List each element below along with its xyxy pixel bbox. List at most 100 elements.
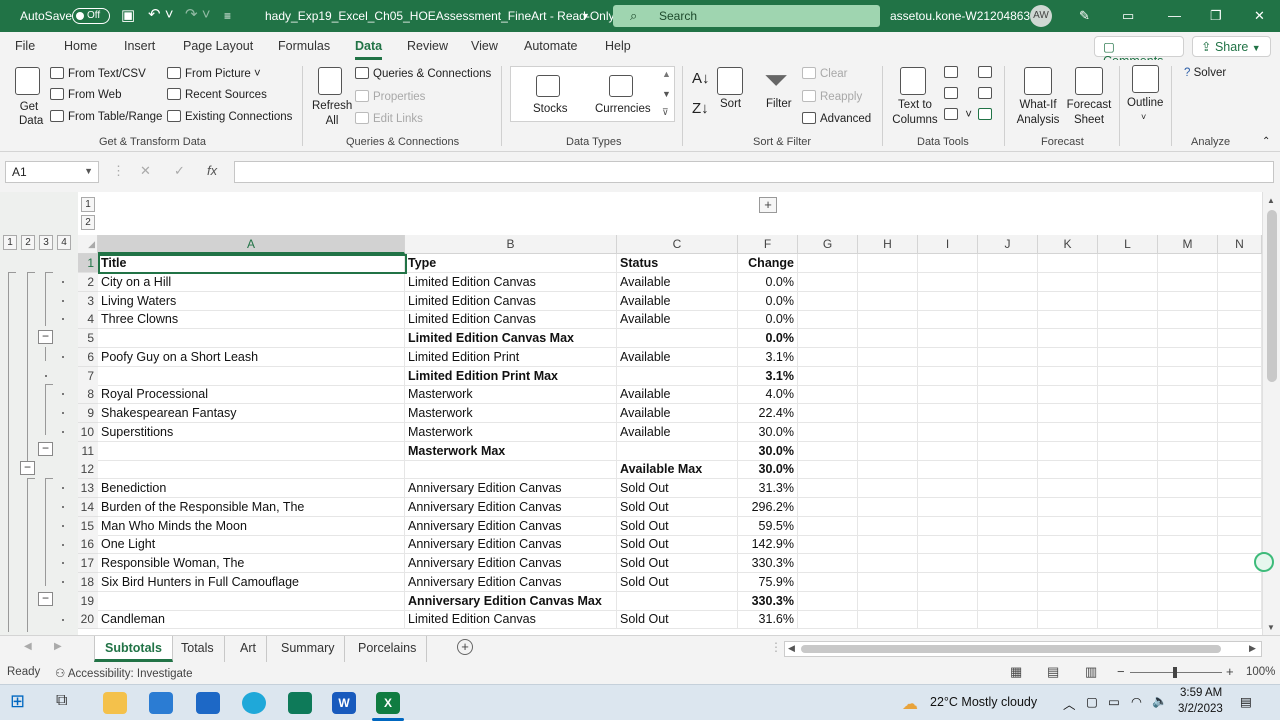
cell-a[interactable]	[98, 329, 405, 348]
outline-level-1[interactable]: 1	[3, 235, 17, 250]
next-sheet-icon[interactable]: ▶	[54, 641, 62, 652]
cell-a[interactable]: Superstitions	[98, 422, 405, 442]
tab-insert[interactable]: Insert	[124, 39, 155, 53]
scroll-right-icon[interactable]: ▶	[1249, 643, 1256, 654]
cell-b[interactable]: Anniversary Edition Canvas Max	[405, 591, 617, 611]
empty-cell[interactable]	[918, 497, 978, 517]
from-table-button[interactable]: From Table/Range	[50, 110, 162, 123]
empty-cell[interactable]	[1218, 329, 1262, 348]
empty-cell[interactable]	[858, 272, 918, 292]
empty-cell[interactable]	[918, 385, 978, 405]
empty-cell[interactable]	[1218, 535, 1262, 555]
gallery-down-icon[interactable]: ▼	[662, 89, 671, 99]
volume-icon[interactable]: 🔈	[1152, 694, 1168, 709]
empty-cell[interactable]	[858, 385, 918, 405]
cell-b[interactable]: Anniversary Edition Canvas	[405, 516, 617, 536]
cell-c[interactable]: Available	[617, 310, 738, 330]
sheet-tab-art[interactable]: Art	[230, 636, 267, 662]
cell-a[interactable]: Living Waters	[98, 291, 405, 311]
cell-f[interactable]: 3.1%	[738, 347, 798, 367]
empty-cell[interactable]	[918, 310, 978, 330]
empty-cell[interactable]	[1218, 254, 1262, 273]
empty-cell[interactable]	[798, 347, 858, 367]
formula-input[interactable]	[234, 161, 1274, 183]
row-header[interactable]: 5	[78, 329, 98, 348]
cell-c[interactable]: Available	[617, 291, 738, 311]
share-button[interactable]: ⇪ Share ▼	[1192, 36, 1271, 57]
zoom-level[interactable]: 100%	[1246, 666, 1275, 678]
file-explorer-icon[interactable]	[103, 692, 127, 714]
empty-cell[interactable]	[918, 554, 978, 573]
cell-a[interactable]: Burden of the Responsible Man, The	[98, 497, 405, 517]
pen-icon[interactable]: ✎	[1079, 8, 1090, 24]
edge-icon[interactable]	[242, 692, 266, 714]
row-header[interactable]: 18	[78, 572, 98, 592]
zoom-slider-thumb[interactable]	[1173, 667, 1177, 678]
empty-cell[interactable]	[858, 591, 918, 611]
row-header[interactable]: 11	[78, 441, 98, 461]
empty-cell[interactable]	[1098, 254, 1158, 273]
cell-b[interactable]: Limited Edition Print	[405, 347, 617, 367]
ribbon-display-icon[interactable]: ▭	[1122, 8, 1134, 24]
empty-cell[interactable]	[918, 479, 978, 498]
collapse-group-button[interactable]: −	[38, 592, 53, 606]
empty-cell[interactable]	[1098, 329, 1158, 348]
cell-b[interactable]: Anniversary Edition Canvas	[405, 497, 617, 517]
cell-b[interactable]: Masterwork	[405, 385, 617, 405]
cancel-icon[interactable]: ✕	[140, 163, 151, 179]
stocks-button[interactable]: Stocks	[533, 103, 568, 115]
collapse-group-button[interactable]: −	[38, 442, 53, 456]
cell-a[interactable]: Six Bird Hunters in Full Camouflage	[98, 572, 405, 592]
empty-cell[interactable]	[1038, 347, 1098, 367]
empty-cell[interactable]	[1098, 610, 1158, 630]
cell-a[interactable]: Shakespearean Fantasy	[98, 404, 405, 423]
close-icon[interactable]: ✕	[1254, 8, 1265, 24]
cell-c[interactable]: Sold Out	[617, 610, 738, 630]
cell-c[interactable]	[617, 329, 738, 348]
empty-cell[interactable]	[798, 272, 858, 292]
worksheet-grid[interactable]: 1 2 3 4 1 2 + − − − − ◢ A B C F G H I J	[0, 192, 1280, 635]
empty-cell[interactable]	[978, 310, 1038, 330]
tab-home[interactable]: Home	[64, 39, 97, 53]
empty-cell[interactable]	[1158, 329, 1218, 348]
empty-cell[interactable]	[918, 329, 978, 348]
empty-cell[interactable]	[1038, 535, 1098, 555]
empty-cell[interactable]	[858, 404, 918, 423]
scroll-down-icon[interactable]: ▼	[1267, 623, 1275, 632]
cell-c[interactable]	[617, 441, 738, 461]
empty-cell[interactable]	[1218, 366, 1262, 386]
tab-data[interactable]: Data	[355, 39, 383, 60]
tab-split-handle[interactable]: ⋮	[770, 640, 782, 654]
empty-cell[interactable]	[1218, 404, 1262, 423]
cell-f[interactable]: 330.3%	[738, 591, 798, 611]
weather-text[interactable]: 22°C Mostly cloudy	[930, 695, 1037, 709]
cell-c[interactable]	[617, 591, 738, 611]
column-header-h[interactable]: H	[858, 235, 918, 254]
empty-cell[interactable]	[1038, 404, 1098, 423]
name-box[interactable]: A1 ▼	[5, 161, 99, 183]
empty-cell[interactable]	[918, 441, 978, 461]
empty-cell[interactable]	[918, 422, 978, 442]
cell-f[interactable]: 75.9%	[738, 572, 798, 592]
expand-columns-button[interactable]: +	[759, 197, 777, 213]
cell-b[interactable]: Limited Edition Canvas	[405, 310, 617, 330]
cell-a[interactable]: One Light	[98, 535, 405, 555]
empty-cell[interactable]	[858, 422, 918, 442]
empty-cell[interactable]	[1098, 479, 1158, 498]
edit-links-button[interactable]: Edit Links	[355, 112, 423, 125]
empty-cell[interactable]	[798, 516, 858, 536]
cell-b[interactable]: Limited Edition Print Max	[405, 366, 617, 386]
flash-fill-icon[interactable]	[944, 66, 962, 79]
cell-c[interactable]: Available Max	[617, 460, 738, 480]
chevron-down-icon[interactable]: ▼	[581, 11, 590, 21]
row-header[interactable]: 2	[78, 272, 98, 292]
redo-icon[interactable]: ↷ ˅	[185, 5, 211, 23]
mail-icon[interactable]	[196, 692, 220, 714]
empty-cell[interactable]	[1098, 385, 1158, 405]
collapse-ribbon-icon[interactable]: ⌃	[1262, 136, 1270, 147]
empty-cell[interactable]	[1038, 422, 1098, 442]
empty-cell[interactable]	[978, 479, 1038, 498]
cell-b[interactable]	[405, 460, 617, 480]
gallery-more-icon[interactable]: ⊽	[662, 107, 669, 118]
empty-cell[interactable]	[798, 404, 858, 423]
